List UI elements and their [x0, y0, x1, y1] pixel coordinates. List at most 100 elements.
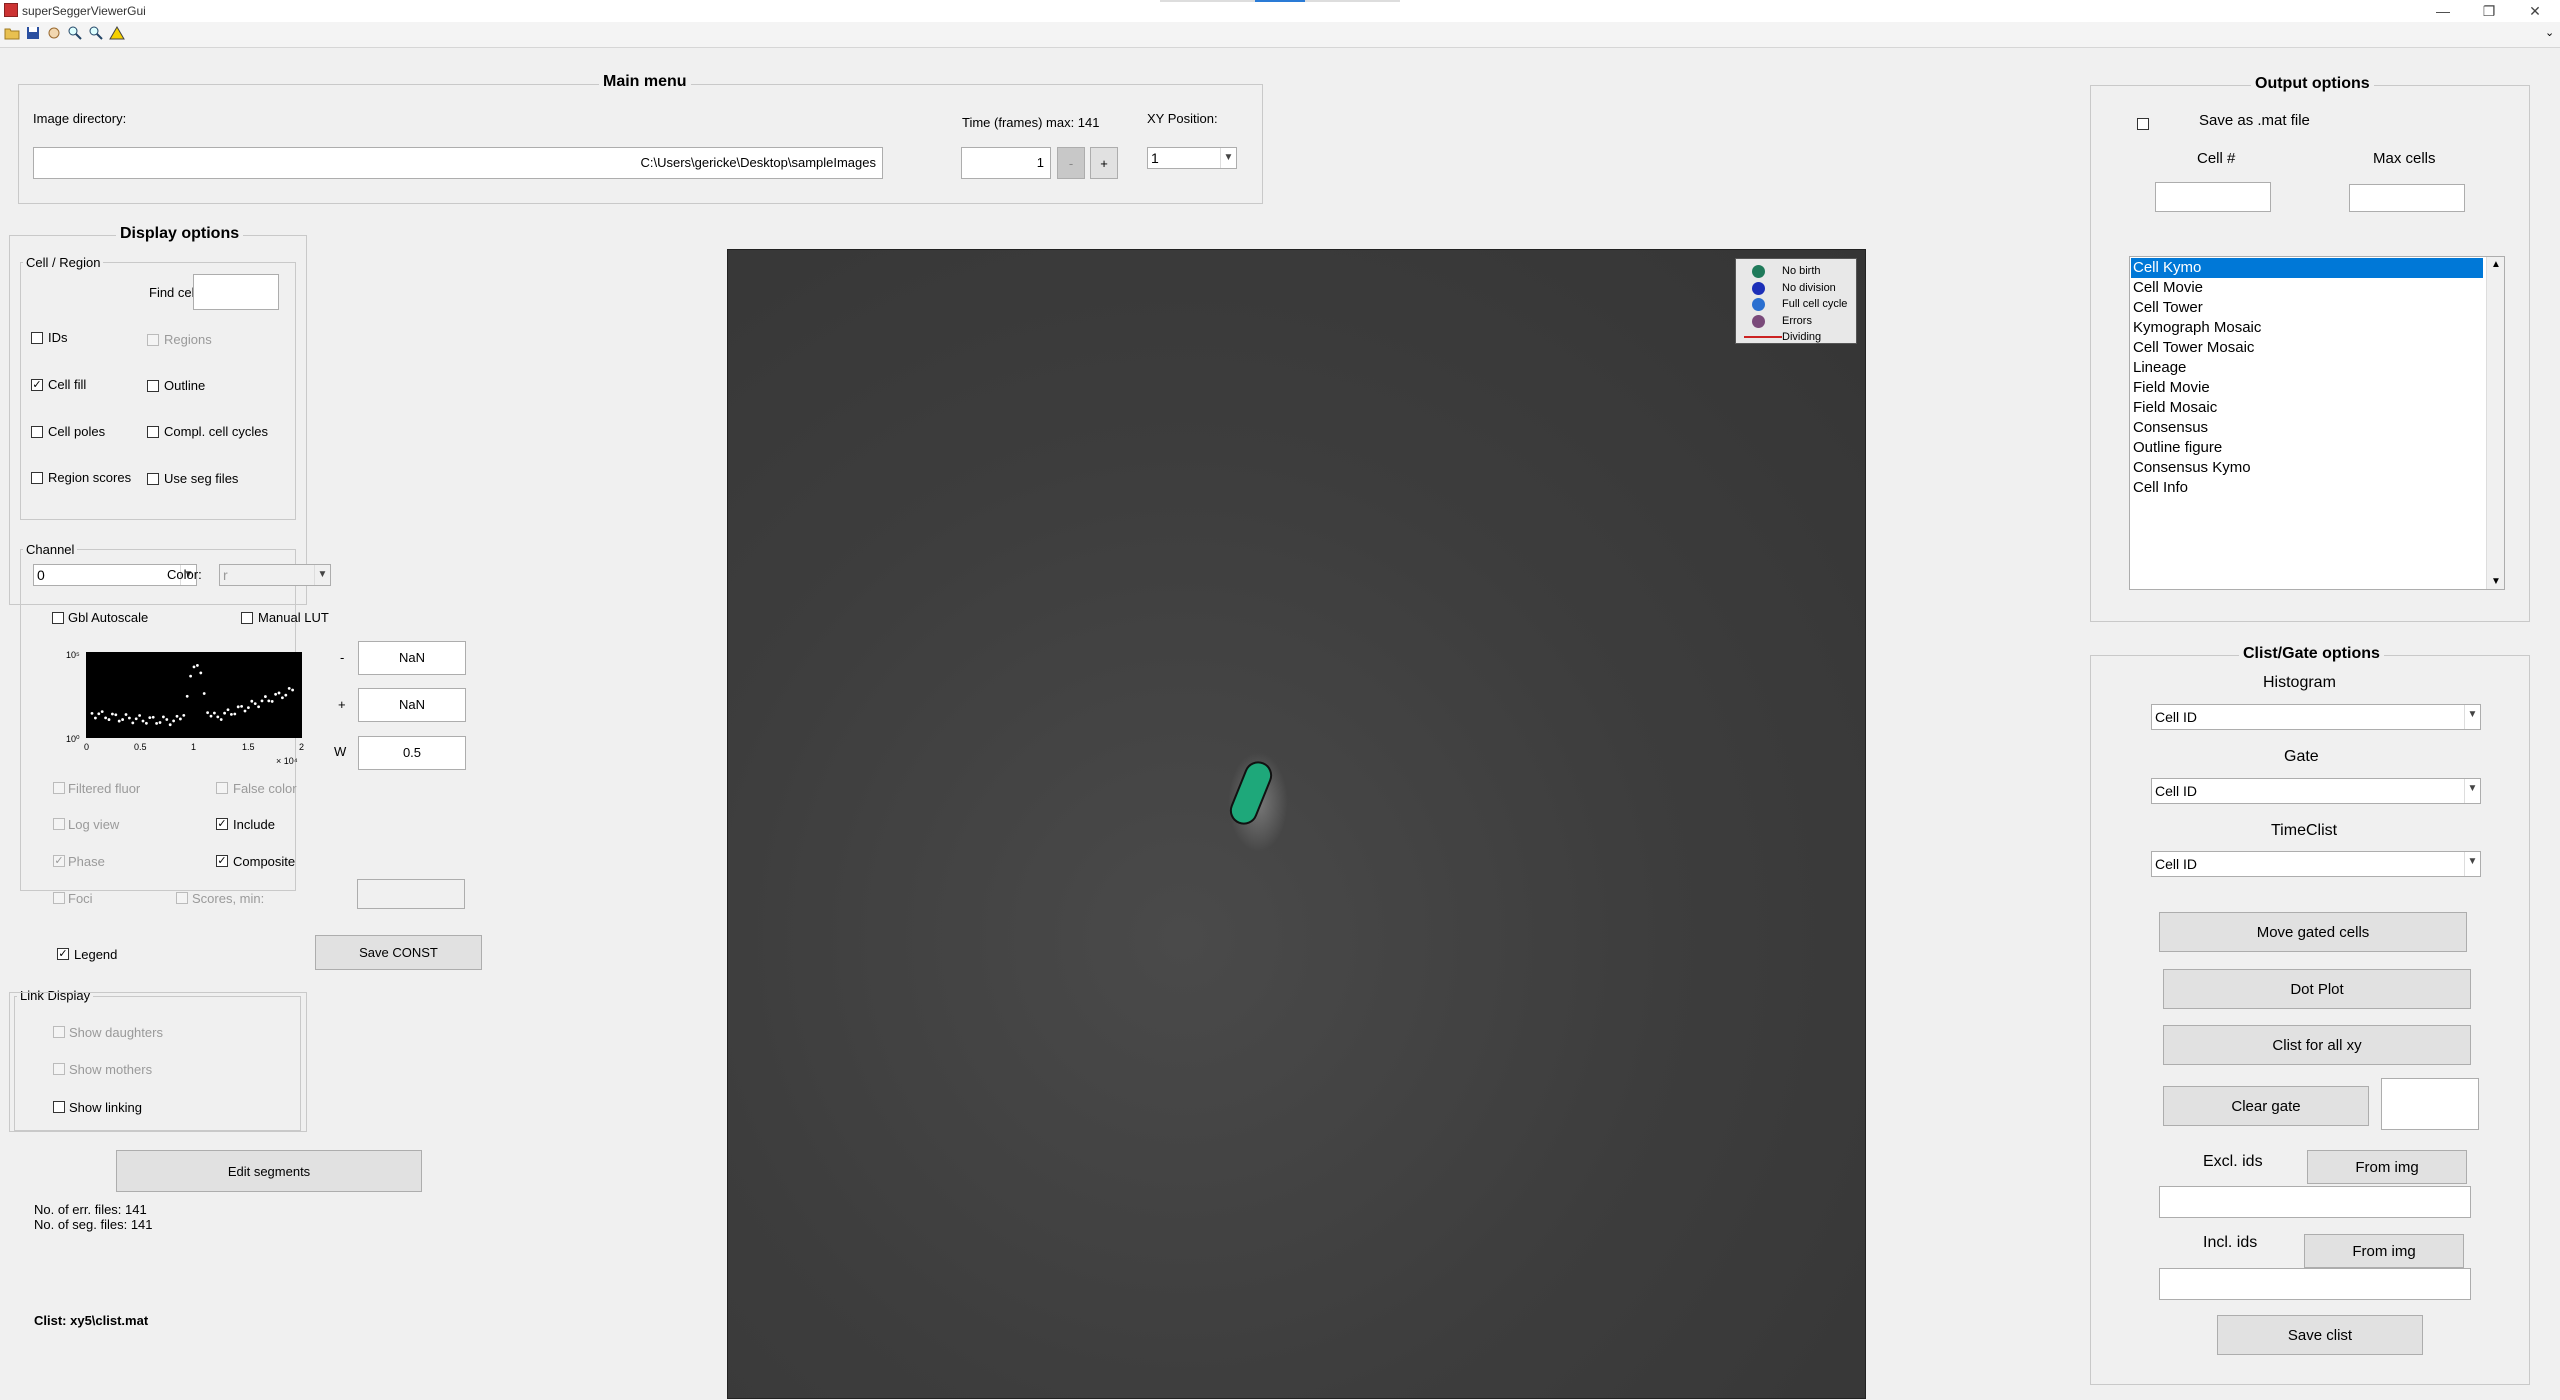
histogram-point: [192, 665, 196, 669]
window-titlebar: superSeggerViewerGui — ❐ ✕: [0, 0, 2560, 22]
histogram-select[interactable]: Cell ID ▼: [2151, 704, 2481, 730]
histogram-point: [253, 702, 257, 706]
scores-min-checkbox[interactable]: [176, 892, 188, 904]
regions-checkbox[interactable]: [147, 334, 159, 346]
zoom-out-icon[interactable]: [87, 25, 105, 43]
foci-checkbox[interactable]: [53, 892, 65, 904]
xy-position-select[interactable]: 1 ▼: [1147, 147, 1237, 169]
save-icon[interactable]: [24, 25, 42, 43]
edit-segments-button[interactable]: Edit segments: [116, 1150, 422, 1192]
image-background: [728, 250, 1865, 1398]
log-view-label: Log view: [68, 817, 120, 832]
pan-icon[interactable]: [45, 25, 63, 43]
clear-gate-button[interactable]: Clear gate: [2163, 1086, 2369, 1126]
save-clist-button[interactable]: Save clist: [2217, 1315, 2423, 1355]
log-view-checkbox[interactable]: [53, 818, 65, 830]
output-list-item[interactable]: Cell Movie: [2131, 278, 2483, 298]
filtered-fluor-checkbox[interactable]: [53, 782, 65, 794]
gate-info-box[interactable]: [2381, 1078, 2479, 1130]
lut-w-input[interactable]: 0.5: [358, 736, 466, 770]
phase-checkbox[interactable]: ✓: [53, 855, 65, 867]
excl-ids-input[interactable]: [2159, 1186, 2471, 1218]
legend-item: No birth: [1742, 263, 1854, 279]
output-list-item[interactable]: Outline figure: [2131, 438, 2483, 458]
output-options-panel: Output options Save as .mat file Cell # …: [2090, 75, 2530, 622]
scores-min-label: Scores, min:: [192, 891, 265, 906]
output-list-item[interactable]: Kymograph Mosaic: [2131, 318, 2483, 338]
regions-label: Regions: [164, 332, 212, 347]
output-list-item[interactable]: Consensus Kymo: [2131, 458, 2483, 478]
histogram-point: [260, 699, 264, 703]
incl-ids-input[interactable]: [2159, 1268, 2471, 1300]
histogram-point: [267, 699, 271, 703]
scores-min-input[interactable]: [357, 879, 465, 909]
histogram-point: [287, 686, 291, 690]
image-directory-input[interactable]: C:\Users\gericke\Desktop\sampleImages: [33, 147, 883, 179]
histogram-point: [291, 688, 294, 692]
cell-number-input[interactable]: [2155, 182, 2271, 212]
false-color-checkbox[interactable]: [216, 782, 228, 794]
list-scrollbar[interactable]: ▲ ▼: [2486, 257, 2504, 589]
histogram-point: [233, 712, 237, 716]
output-list-item[interactable]: Cell Info: [2131, 478, 2483, 498]
gate-select[interactable]: Cell ID ▼: [2151, 778, 2481, 804]
outline-checkbox[interactable]: [147, 380, 159, 392]
legend-item: No division: [1742, 280, 1854, 296]
output-list-item[interactable]: Field Movie: [2131, 378, 2483, 398]
output-list-item[interactable]: Lineage: [2131, 358, 2483, 378]
timeclist-select[interactable]: Cell ID ▼: [2151, 851, 2481, 877]
restore-button[interactable]: ❐: [2466, 0, 2512, 22]
legend-checkbox[interactable]: ✓: [57, 948, 69, 960]
excl-from-img-button[interactable]: From img: [2307, 1150, 2467, 1184]
cell-fill-checkbox[interactable]: ✓: [31, 379, 43, 391]
close-button[interactable]: ✕: [2512, 0, 2558, 22]
histogram-point: [281, 696, 284, 700]
scroll-down-icon[interactable]: ▼: [2491, 576, 2501, 587]
output-list-item[interactable]: Field Mosaic: [2131, 398, 2483, 418]
time-frame-input[interactable]: 1: [961, 147, 1051, 179]
xy-position-value: 1: [1151, 150, 1159, 166]
cell-poles-checkbox[interactable]: [31, 426, 43, 438]
composite-checkbox[interactable]: ✓: [216, 855, 228, 867]
output-list-item[interactable]: Cell Kymo: [2131, 258, 2483, 278]
histogram-point: [138, 714, 141, 717]
legend-label: Legend: [74, 947, 118, 962]
find-cell-input[interactable]: [193, 274, 279, 310]
output-list-item[interactable]: Consensus: [2131, 418, 2483, 438]
incl-from-img-button[interactable]: From img: [2304, 1234, 2464, 1268]
gbl-autoscale-checkbox[interactable]: [52, 612, 64, 624]
scroll-up-icon[interactable]: ▲: [2491, 259, 2501, 270]
prev-frame-button[interactable]: -: [1057, 147, 1085, 179]
region-scores-checkbox[interactable]: [31, 472, 43, 484]
move-gated-cells-button[interactable]: Move gated cells: [2159, 912, 2467, 952]
window-title: superSeggerViewerGui: [22, 4, 146, 18]
ids-checkbox[interactable]: [31, 332, 43, 344]
include-checkbox[interactable]: ✓: [216, 818, 228, 830]
output-list-item[interactable]: Cell Tower Mosaic: [2131, 338, 2483, 358]
color-select[interactable]: r ▼: [219, 564, 331, 586]
zoom-in-icon[interactable]: [66, 25, 84, 43]
open-icon[interactable]: [3, 25, 21, 43]
warning-icon[interactable]: [108, 25, 126, 43]
dot-plot-button[interactable]: Dot Plot: [2163, 969, 2471, 1009]
compl-cell-cycles-checkbox[interactable]: [147, 426, 159, 438]
use-seg-files-checkbox[interactable]: [147, 473, 159, 485]
clist-gate-panel: Clist/Gate options Histogram Cell ID ▼ G…: [2090, 645, 2530, 1385]
image-legend: No birth No division Full cell cycle Errors…: [1735, 258, 1857, 344]
manual-lut-checkbox[interactable]: [241, 612, 253, 624]
max-cells-input[interactable]: [2349, 184, 2465, 212]
save-const-button[interactable]: Save CONST: [315, 935, 482, 970]
output-list-item[interactable]: Cell Tower: [2131, 298, 2483, 318]
clist-all-xy-button[interactable]: Clist for all xy: [2163, 1025, 2471, 1065]
minimize-button[interactable]: —: [2420, 0, 2466, 22]
hist-y-bottom-label: 10⁰: [66, 734, 80, 744]
next-frame-button[interactable]: +: [1090, 147, 1118, 179]
save-mat-checkbox[interactable]: [2137, 118, 2149, 130]
output-type-list[interactable]: Cell Kymo Cell Movie Cell Tower Kymograph M…: [2129, 256, 2505, 590]
histogram-point: [134, 717, 138, 721]
lut-min-input[interactable]: NaN: [358, 641, 466, 675]
image-viewer[interactable]: No birth No division Full cell cycle Errors…: [727, 249, 1866, 1399]
toolbar-overflow-icon[interactable]: ⌄: [2545, 26, 2554, 39]
lut-max-input[interactable]: NaN: [358, 688, 466, 722]
histogram-point: [111, 712, 114, 716]
